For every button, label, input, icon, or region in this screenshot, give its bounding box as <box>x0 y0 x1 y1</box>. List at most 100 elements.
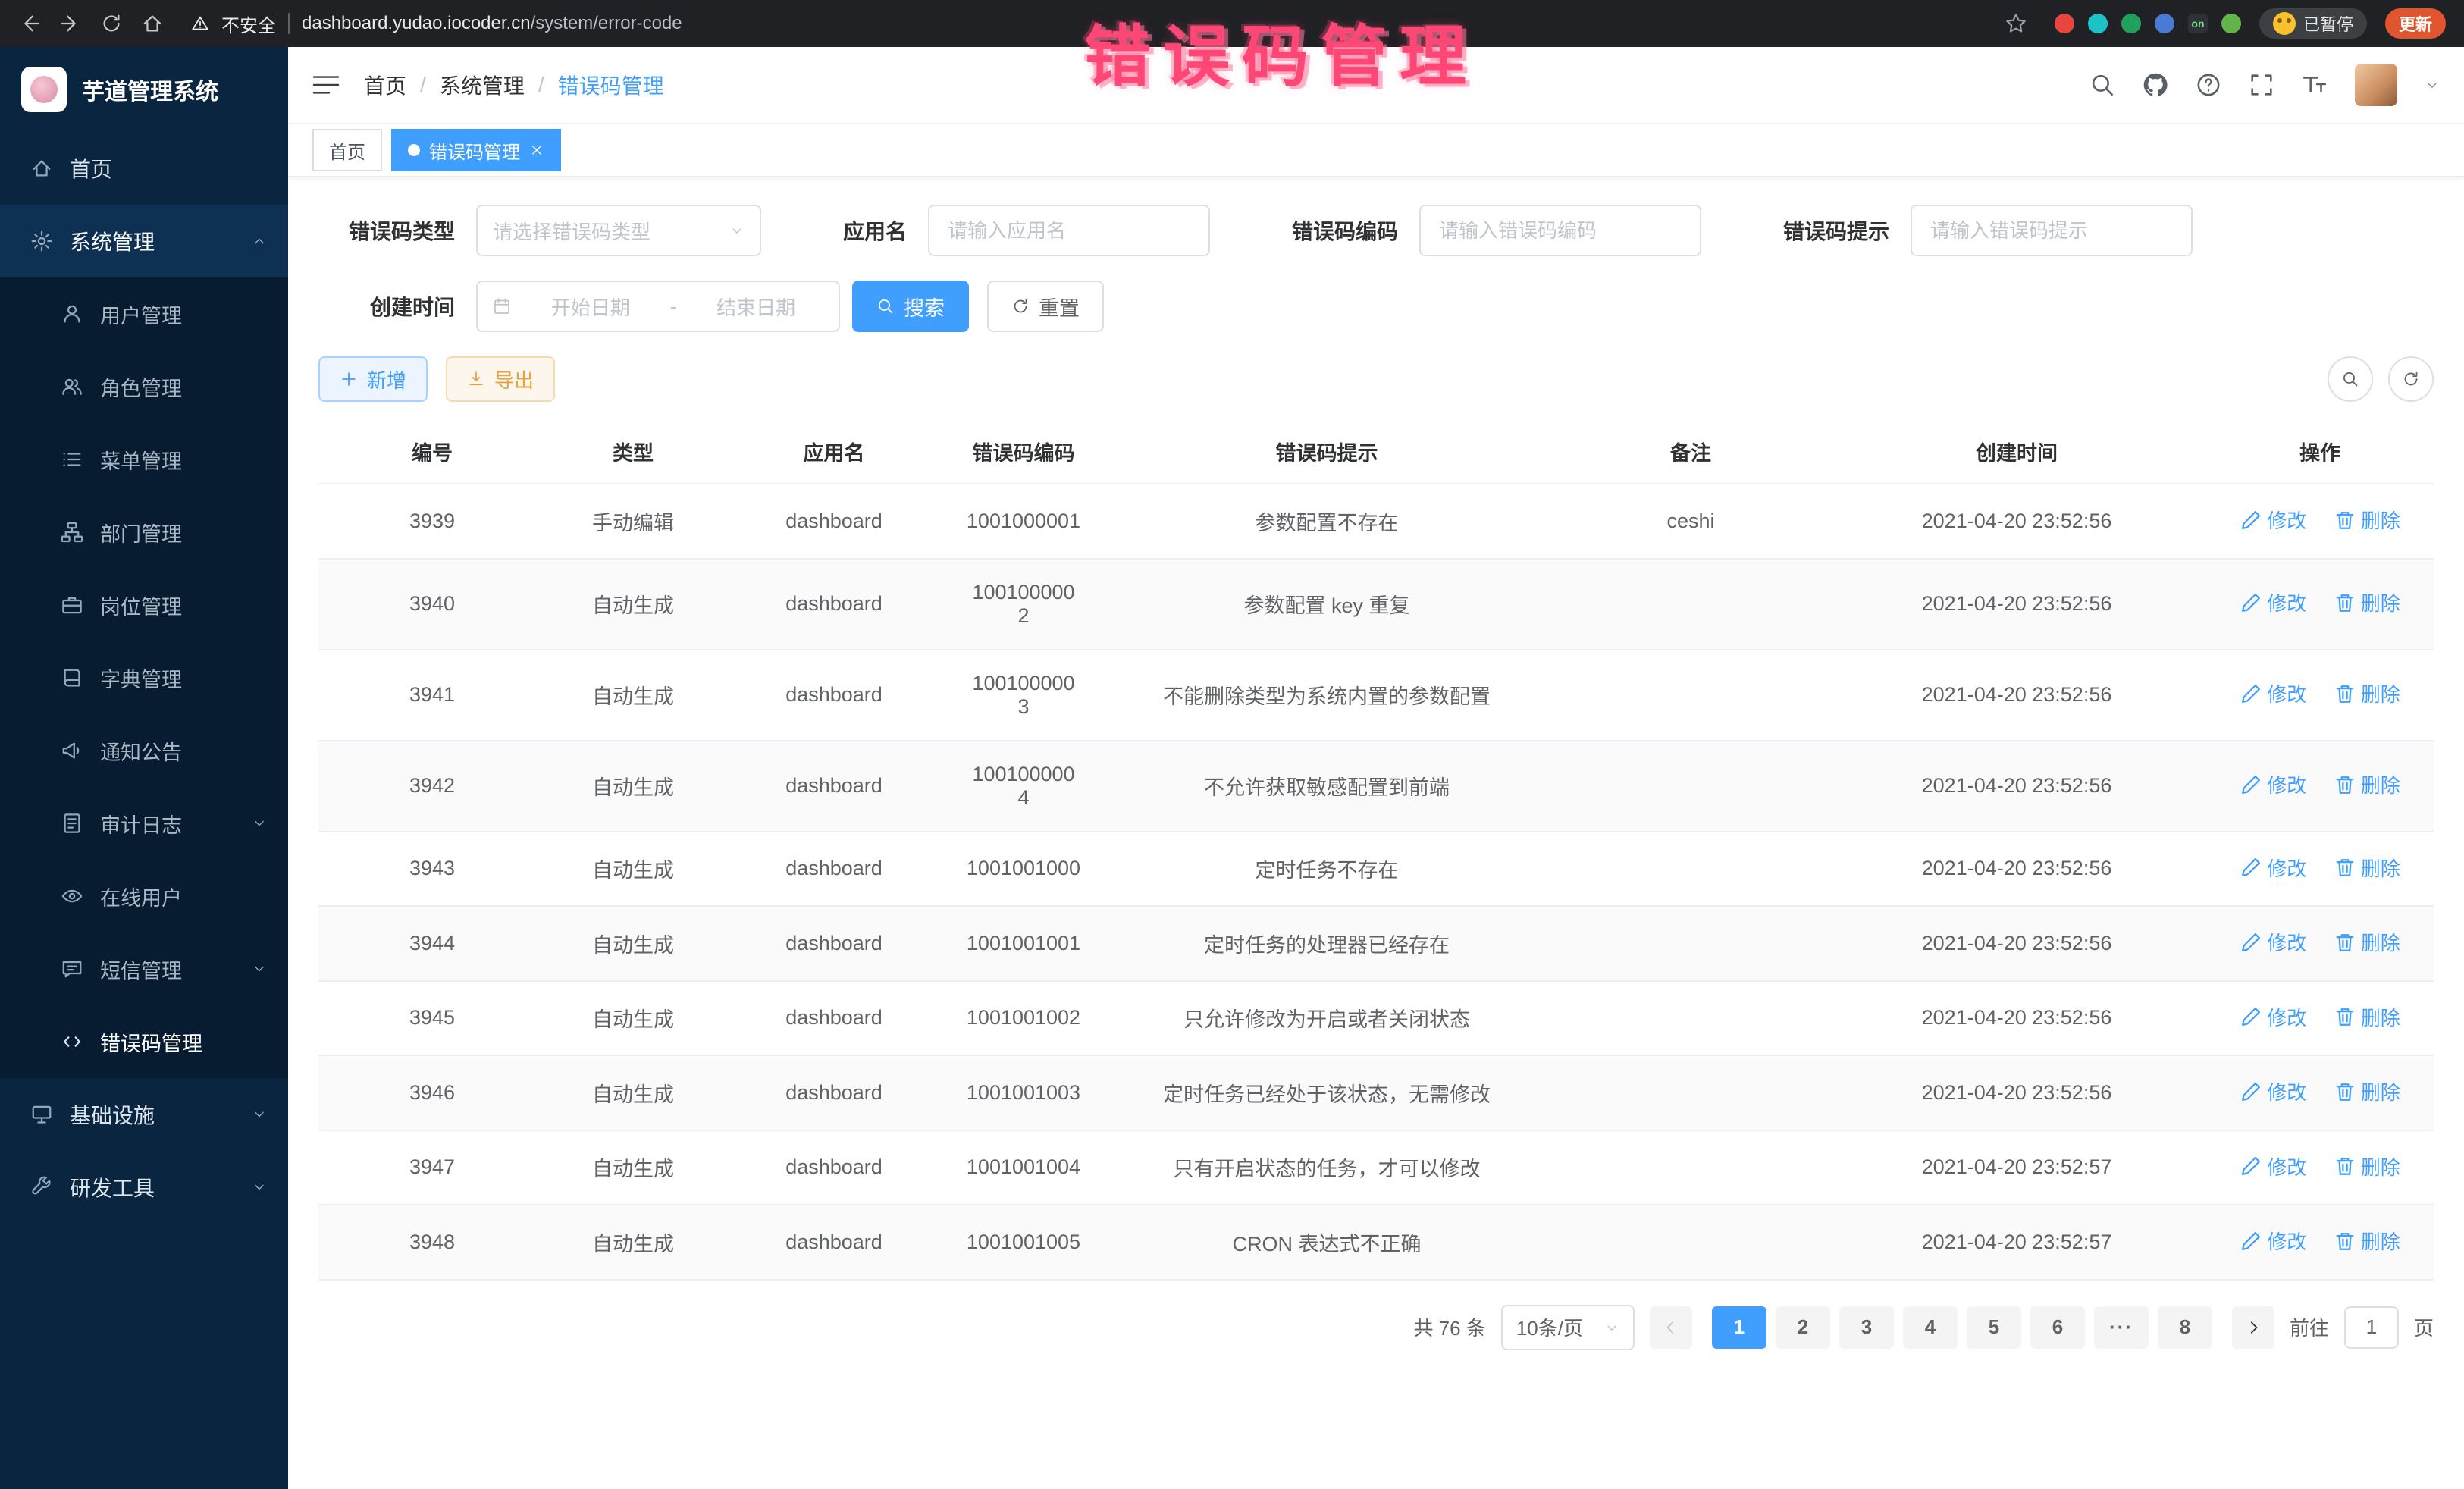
delete-button[interactable]: 删除 <box>2334 1003 2400 1031</box>
page-button-2[interactable]: 2 <box>1776 1306 1830 1349</box>
next-page-button[interactable] <box>2232 1306 2274 1349</box>
delete-button[interactable]: 删除 <box>2334 1077 2400 1105</box>
edit-button[interactable]: 修改 <box>2240 588 2306 616</box>
delete-button[interactable]: 删除 <box>2334 928 2400 956</box>
goto-page-input[interactable] <box>2344 1306 2399 1349</box>
update-button[interactable]: 更新 <box>2385 8 2446 39</box>
sidebar-item-sms-management[interactable]: 短信管理 <box>0 933 288 1005</box>
delete-button[interactable]: 删除 <box>2334 506 2400 534</box>
refresh-table-button[interactable] <box>2388 356 2434 402</box>
delete-button[interactable]: 删除 <box>2334 1227 2400 1255</box>
cell-ops: 修改 删除 <box>2206 1055 2434 1130</box>
export-button[interactable]: 导出 <box>446 356 555 402</box>
end-date-placeholder: 结束日期 <box>688 293 823 321</box>
sidebar-item-dict-management[interactable]: 字典管理 <box>0 641 288 714</box>
extension-dark-on-icon[interactable]: on <box>2188 14 2208 33</box>
forward-icon[interactable] <box>59 12 82 35</box>
sidebar-item-user-management[interactable]: 用户管理 <box>0 277 288 350</box>
help-icon[interactable] <box>2196 72 2221 98</box>
extension-blue-icon[interactable] <box>2155 14 2174 33</box>
extension-green-icon[interactable] <box>2121 14 2141 33</box>
edit-button[interactable]: 修改 <box>2240 770 2306 798</box>
eye-icon <box>61 885 83 908</box>
search-button[interactable]: 搜索 <box>852 281 969 332</box>
extension-lime-icon[interactable] <box>2221 14 2241 33</box>
github-icon[interactable] <box>2143 72 2168 98</box>
sidebar-item-online-user[interactable]: 在线用户 <box>0 860 288 933</box>
add-button[interactable]: 新增 <box>318 356 428 402</box>
sidebar-item-dev-tools[interactable]: 研发工具 <box>0 1151 288 1224</box>
sidebar-item-infrastructure[interactable]: 基础设施 <box>0 1078 288 1151</box>
sidebar-item-post-management[interactable]: 岗位管理 <box>0 569 288 641</box>
page-button-3[interactable]: 3 <box>1839 1306 1894 1349</box>
edit-button[interactable]: 修改 <box>2240 506 2306 534</box>
edit-button[interactable]: 修改 <box>2240 679 2306 707</box>
fullscreen-icon[interactable] <box>2249 72 2274 98</box>
page-button-6[interactable]: 6 <box>2030 1306 2085 1349</box>
toggle-search-button[interactable] <box>2328 356 2373 402</box>
page-button-1[interactable]: 1 <box>1712 1306 1766 1349</box>
cell-app: dashboard <box>720 741 948 832</box>
bookmark-star-icon[interactable] <box>2005 12 2027 35</box>
font-size-icon[interactable] <box>2302 72 2328 98</box>
close-icon[interactable] <box>529 143 544 158</box>
edit-button[interactable]: 修改 <box>2240 1227 2306 1255</box>
cell-memo: ceshi <box>1554 484 1827 559</box>
edit-button[interactable]: 修改 <box>2240 1077 2306 1105</box>
delete-button[interactable]: 删除 <box>2334 1152 2400 1180</box>
sidebar-item-dept-management[interactable]: 部门管理 <box>0 496 288 569</box>
prev-page-button[interactable] <box>1650 1306 1692 1349</box>
avatar-caret-icon[interactable] <box>2425 77 2440 92</box>
extension-red-icon[interactable] <box>2055 14 2074 33</box>
edit-button[interactable]: 修改 <box>2240 854 2306 882</box>
app-name-input[interactable] <box>945 218 1193 244</box>
tag-error-code[interactable]: 错误码管理 <box>391 129 561 171</box>
cell-code: 100100000 3 <box>948 650 1099 741</box>
sidebar-item-notice-announcement[interactable]: 通知公告 <box>0 714 288 787</box>
error-hint-input[interactable] <box>1927 218 2176 244</box>
security-label: 不安全 <box>221 11 276 37</box>
cell-ops: 修改 删除 <box>2206 559 2434 650</box>
code-label: 错误码编码 <box>1292 215 1398 246</box>
table-row: 3940 自动生成 dashboard 100100000 2 参数配置 key… <box>318 559 2434 650</box>
sidebar-item-error-code-management[interactable]: 错误码管理 <box>0 1005 288 1078</box>
edit-button[interactable]: 修改 <box>2240 928 2306 956</box>
reset-button[interactable]: 重置 <box>987 281 1104 332</box>
user-avatar[interactable] <box>2355 64 2397 106</box>
date-range-picker[interactable]: 开始日期 - 结束日期 <box>476 281 840 332</box>
back-icon[interactable] <box>18 12 41 35</box>
delete-button[interactable]: 删除 <box>2334 588 2400 616</box>
page-size-select[interactable]: 10条/页 <box>1501 1305 1635 1350</box>
content-area: 错误码类型 请选择错误码类型 应用名 错误码编码 <box>288 177 2464 1489</box>
page-button-5[interactable]: 5 <box>1967 1306 2021 1349</box>
sidebar-toggle-icon[interactable] <box>312 73 340 97</box>
error-type-select[interactable]: 请选择错误码类型 <box>476 205 761 256</box>
calendar-icon <box>493 297 511 315</box>
page-button-8[interactable]: 8 <box>2158 1306 2212 1349</box>
cell-app: dashboard <box>720 559 948 650</box>
edit-button[interactable]: 修改 <box>2240 1152 2306 1180</box>
table-row: 3947 自动生成 dashboard 1001001004 只有开启状态的任务… <box>318 1130 2434 1205</box>
paused-badge[interactable]: 已暂停 <box>2259 8 2367 39</box>
delete-button[interactable]: 删除 <box>2334 770 2400 798</box>
sidebar-item-system-management[interactable]: 系统管理 <box>0 205 288 277</box>
edit-button[interactable]: 修改 <box>2240 1003 2306 1031</box>
megaphone-icon <box>61 739 83 762</box>
search-icon[interactable] <box>2089 72 2115 98</box>
sidebar-item-menu-management[interactable]: 菜单管理 <box>0 423 288 496</box>
error-code-input[interactable] <box>1436 218 1685 244</box>
cell-code: 100100000 2 <box>948 559 1099 650</box>
reload-icon[interactable] <box>100 12 123 35</box>
sidebar-item-home[interactable]: 首页 <box>0 132 288 205</box>
extension-teal-icon[interactable] <box>2088 14 2108 33</box>
breadcrumb-system[interactable]: 系统管理 <box>440 70 525 100</box>
delete-button[interactable]: 删除 <box>2334 679 2400 707</box>
tag-home[interactable]: 首页 <box>312 129 382 171</box>
home-button-icon[interactable] <box>141 12 164 35</box>
sidebar-item-audit-log[interactable]: 审计日志 <box>0 787 288 860</box>
breadcrumb-home[interactable]: 首页 <box>364 70 406 100</box>
sidebar-item-role-management[interactable]: 角色管理 <box>0 350 288 423</box>
menu-list-icon <box>61 448 83 471</box>
page-button-4[interactable]: 4 <box>1903 1306 1958 1349</box>
delete-button[interactable]: 删除 <box>2334 854 2400 882</box>
